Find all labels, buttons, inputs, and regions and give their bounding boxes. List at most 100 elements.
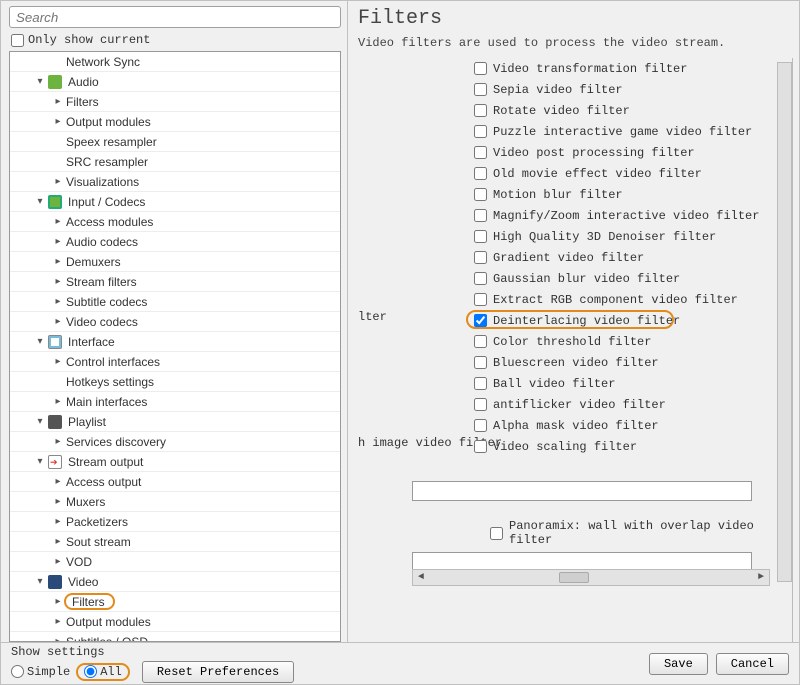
save-button[interactable]: Save <box>649 653 708 675</box>
radio-all-input[interactable] <box>84 665 97 678</box>
tree-item-input-codecs[interactable]: ▾Input / Codecs <box>10 192 340 212</box>
filter-item[interactable]: Color threshold filter <box>358 331 774 352</box>
tree-item-demuxers[interactable]: ▸Demuxers <box>10 252 340 272</box>
tree-item-output-modules[interactable]: ▸Output modules <box>10 112 340 132</box>
expand-icon[interactable]: ▸ <box>52 536 64 547</box>
tree-item-stream-output[interactable]: ▾Stream output <box>10 452 340 472</box>
horizontal-scrollbar[interactable]: ◄ ► <box>412 569 770 586</box>
filter-item[interactable]: antiflicker video filter <box>358 394 774 415</box>
tree-item-control-interfaces[interactable]: ▸Control interfaces <box>10 352 340 372</box>
filter-checkbox[interactable] <box>474 104 487 117</box>
tree-item-video[interactable]: ▾Video <box>10 572 340 592</box>
expand-icon[interactable]: ▸ <box>52 356 64 367</box>
tree-item-hotkeys-settings[interactable]: ▸Hotkeys settings <box>10 372 340 392</box>
filter-checkbox[interactable] <box>474 356 487 369</box>
filter-item[interactable]: Bluescreen video filter <box>358 352 774 373</box>
expand-icon[interactable]: ▸ <box>52 596 64 607</box>
panoramix-row[interactable]: Panoramix: wall with overlap video filte… <box>358 519 754 547</box>
filter-item[interactable]: Video transformation filter <box>358 58 774 79</box>
tree-item-subtitles-osd[interactable]: ▸Subtitles / OSD <box>10 632 340 641</box>
filter-checkbox[interactable] <box>474 125 487 138</box>
collapse-icon[interactable]: ▾ <box>34 76 46 87</box>
expand-icon[interactable]: ▸ <box>52 496 64 507</box>
filter-checkbox[interactable] <box>474 398 487 411</box>
expand-icon[interactable]: ▸ <box>52 276 64 287</box>
filter-item[interactable]: Gaussian blur video filter <box>358 268 774 289</box>
collapse-icon[interactable]: ▾ <box>34 196 46 207</box>
tree-item-stream-filters[interactable]: ▸Stream filters <box>10 272 340 292</box>
tree-item-audio-codecs[interactable]: ▸Audio codecs <box>10 232 340 252</box>
filter-item[interactable]: Ball video filter <box>358 373 774 394</box>
filter-checkbox[interactable] <box>474 188 487 201</box>
tree-item-filters[interactable]: ▸Filters <box>10 92 340 112</box>
vertical-scrollbar[interactable] <box>777 62 792 582</box>
tree-item-access-output[interactable]: ▸Access output <box>10 472 340 492</box>
radio-simple[interactable]: Simple <box>11 665 70 679</box>
filter-item[interactable]: Motion blur filter <box>358 184 774 205</box>
cancel-button[interactable]: Cancel <box>716 653 789 675</box>
filter-checkbox[interactable] <box>474 62 487 75</box>
filter-text-input-1[interactable] <box>412 481 752 501</box>
filter-item[interactable]: Extract RGB component video filter <box>358 289 774 310</box>
filter-item[interactable]: Puzzle interactive game video filter <box>358 121 774 142</box>
radio-simple-input[interactable] <box>11 665 24 678</box>
filter-checkbox[interactable] <box>474 272 487 285</box>
filter-checkbox[interactable] <box>474 209 487 222</box>
expand-icon[interactable]: ▸ <box>52 256 64 267</box>
search-input[interactable] <box>9 6 341 28</box>
category-tree[interactable]: ▸Network Sync▾Audio▸Filters▸Output modul… <box>10 52 340 641</box>
collapse-icon[interactable]: ▾ <box>34 456 46 467</box>
filter-checkbox[interactable] <box>474 146 487 159</box>
filter-checkbox[interactable] <box>474 83 487 96</box>
filter-item[interactable]: Video scaling filter <box>358 436 774 457</box>
tree-item-subtitle-codecs[interactable]: ▸Subtitle codecs <box>10 292 340 312</box>
tree-item-access-modules[interactable]: ▸Access modules <box>10 212 340 232</box>
tree-item-audio[interactable]: ▾Audio <box>10 72 340 92</box>
filter-checkbox[interactable] <box>474 251 487 264</box>
tree-item-packetizers[interactable]: ▸Packetizers <box>10 512 340 532</box>
expand-icon[interactable]: ▸ <box>52 296 64 307</box>
scroll-thumb[interactable] <box>431 572 751 583</box>
filter-checkbox[interactable] <box>474 377 487 390</box>
expand-icon[interactable]: ▸ <box>52 216 64 227</box>
expand-icon[interactable]: ▸ <box>52 616 64 627</box>
tree-item-services-discovery[interactable]: ▸Services discovery <box>10 432 340 452</box>
filter-item[interactable]: Alpha mask video filter <box>358 415 774 436</box>
tree-item-vod[interactable]: ▸VOD <box>10 552 340 572</box>
expand-icon[interactable]: ▸ <box>52 436 64 447</box>
expand-icon[interactable]: ▸ <box>52 636 64 641</box>
tree-item-visualizations[interactable]: ▸Visualizations <box>10 172 340 192</box>
filter-checkbox[interactable] <box>474 440 487 453</box>
expand-icon[interactable]: ▸ <box>52 236 64 247</box>
tree-item-speex-resampler[interactable]: ▸Speex resampler <box>10 132 340 152</box>
expand-icon[interactable]: ▸ <box>52 556 64 567</box>
filter-item[interactable]: Rotate video filter <box>358 100 774 121</box>
expand-icon[interactable]: ▸ <box>52 516 64 527</box>
expand-icon[interactable]: ▸ <box>52 476 64 487</box>
filter-item[interactable]: High Quality 3D Denoiser filter <box>358 226 774 247</box>
only-show-current-row[interactable]: Only show current <box>9 28 341 51</box>
collapse-icon[interactable]: ▾ <box>34 576 46 587</box>
filter-checkbox[interactable] <box>474 335 487 348</box>
only-show-current-checkbox[interactable] <box>11 34 24 47</box>
expand-icon[interactable]: ▸ <box>52 96 64 107</box>
filter-item[interactable]: Video post processing filter <box>358 142 774 163</box>
collapse-icon[interactable]: ▾ <box>34 416 46 427</box>
tree-item-main-interfaces[interactable]: ▸Main interfaces <box>10 392 340 412</box>
filter-item[interactable]: Old movie effect video filter <box>358 163 774 184</box>
filter-checkbox[interactable] <box>474 167 487 180</box>
tree-item-video-codecs[interactable]: ▸Video codecs <box>10 312 340 332</box>
reset-preferences-button[interactable]: Reset Preferences <box>142 661 294 683</box>
scroll-right-icon[interactable]: ► <box>753 572 769 583</box>
collapse-icon[interactable]: ▾ <box>34 336 46 347</box>
tree-item-src-resampler[interactable]: ▸SRC resampler <box>10 152 340 172</box>
filter-item[interactable]: Sepia video filter <box>358 79 774 100</box>
expand-icon[interactable]: ▸ <box>52 316 64 327</box>
tree-item-muxers[interactable]: ▸Muxers <box>10 492 340 512</box>
filter-checkbox[interactable] <box>474 230 487 243</box>
expand-icon[interactable]: ▸ <box>52 396 64 407</box>
tree-item-interface[interactable]: ▾Interface <box>10 332 340 352</box>
expand-icon[interactable]: ▸ <box>52 176 64 187</box>
panoramix-checkbox[interactable] <box>490 527 503 540</box>
filter-item[interactable]: Magnify/Zoom interactive video filter <box>358 205 774 226</box>
